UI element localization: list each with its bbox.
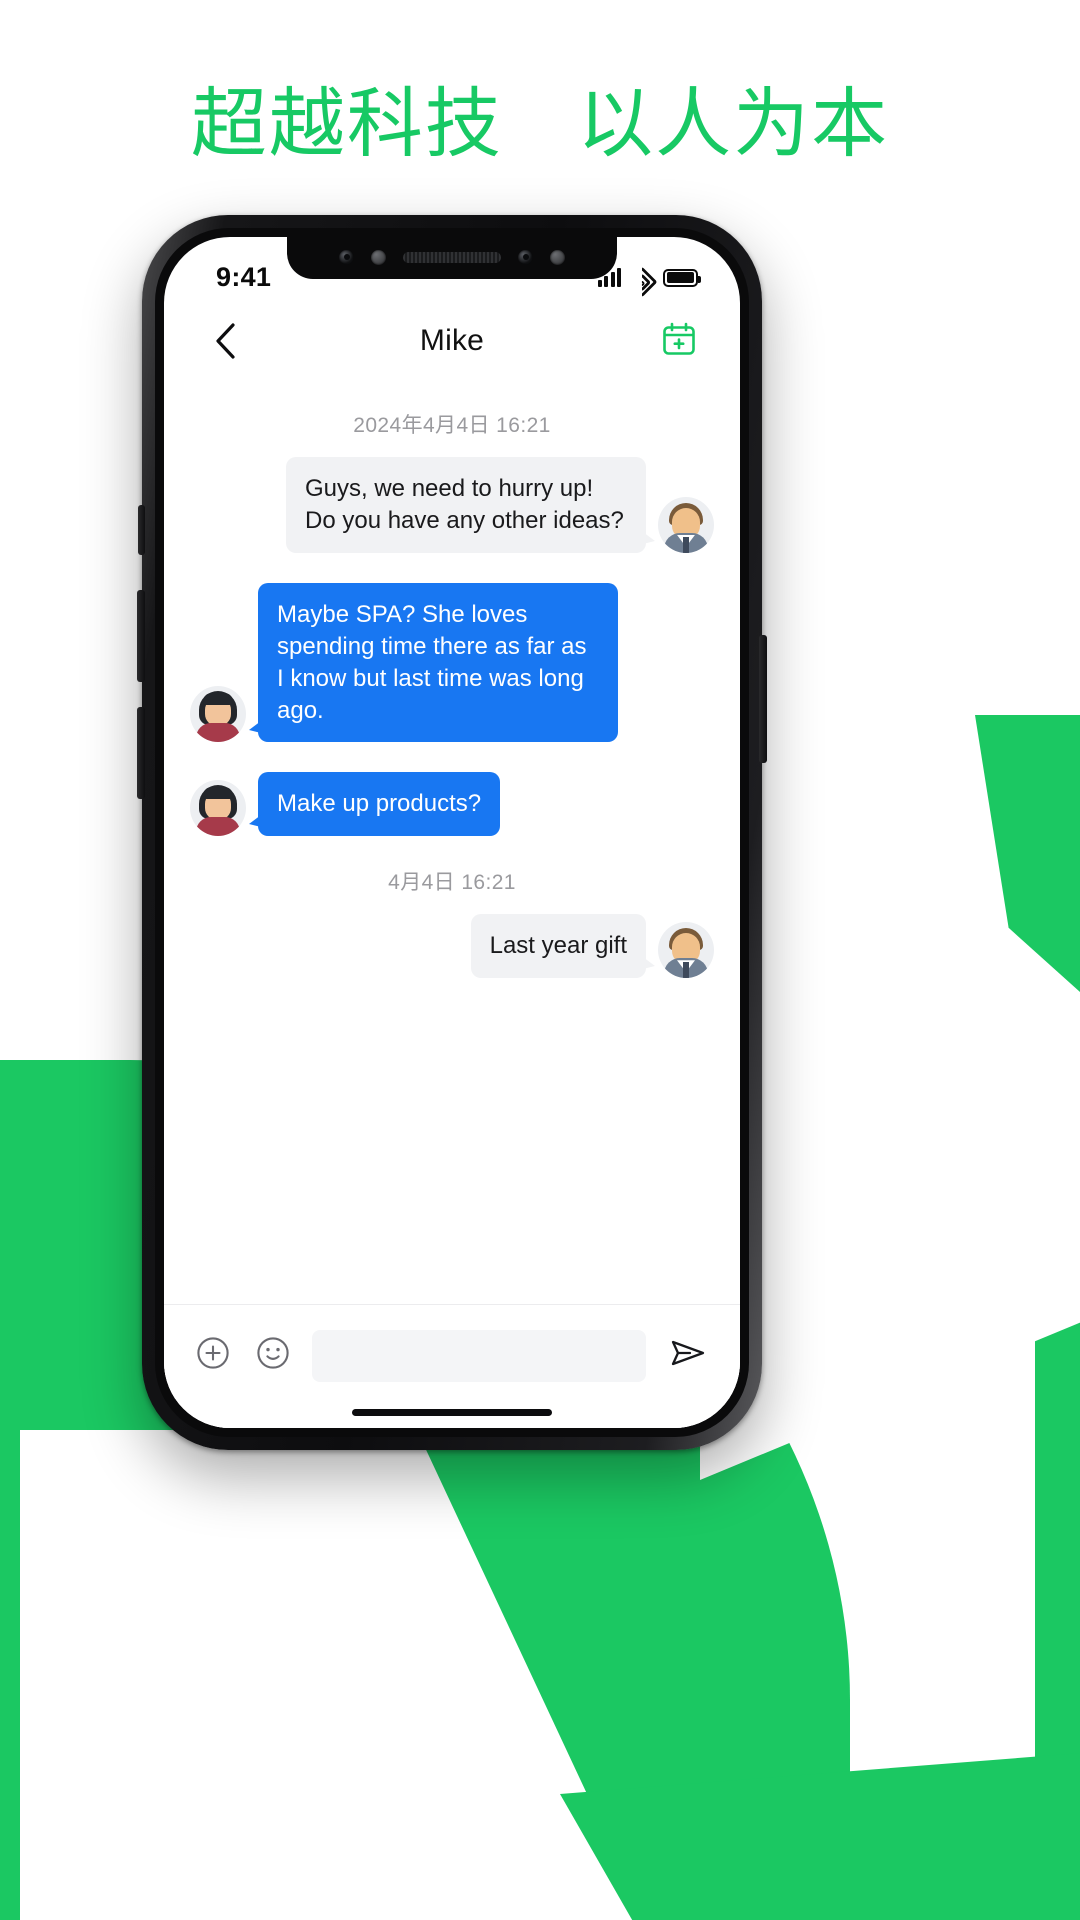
status-time: 9:41 [216,261,272,292]
phone-notch [287,237,617,279]
status-icons [597,265,701,298]
add-attachment-button[interactable] [192,1335,234,1377]
message-bubble-incoming[interactable]: Guys, we need to hurry up! Do you have a… [286,457,655,553]
headline-part-1: 超越科技 [190,82,503,167]
calendar-add-icon [661,321,697,362]
avatar[interactable] [190,686,246,743]
calendar-add-button[interactable] [652,314,706,368]
phone-bezel: 9:41 Mike 2024年4月4日 16:21 Guys, we need … [155,228,749,1437]
front-camera-icon [550,249,565,265]
chat-message-row: Make up products? [190,772,714,837]
chevron-left-icon [214,322,236,360]
emoji-button[interactable] [252,1335,294,1377]
phone-volume-up-button[interactable] [137,590,145,682]
promo-page: 超越科技 以人为本 9:41 Mike 2024年4月4日 16:21 Guys… [0,0,1080,1920]
proximity-sensor-icon [371,249,386,265]
headline-part-2: 以人为本 [577,82,890,167]
smiley-icon [256,1336,290,1375]
chat-message-row: Guys, we need to hurry up! Do you have a… [190,457,714,553]
phone-volume-down-button[interactable] [137,707,145,799]
message-bubble-outgoing[interactable]: Maybe SPA? She loves spending time there… [249,582,618,743]
battery-icon [663,268,701,287]
chat-navbar: Mike [164,303,740,379]
chat-message-row: Maybe SPA? She loves spending time there… [190,582,714,743]
chat-message-row: Last year gift [190,914,714,979]
avatar[interactable] [658,922,714,979]
message-input[interactable] [312,1329,646,1382]
message-bubble-outgoing[interactable]: Make up products? [248,772,501,837]
phone-power-button[interactable] [759,635,767,763]
front-sensor-icon [339,249,354,265]
plus-circle-icon [196,1336,230,1375]
chat-timestamp: 4月4日 16:21 [388,871,516,895]
face-sensor-icon [518,249,533,265]
earpiece-speaker-icon [403,251,501,263]
phone-mockup: 9:41 Mike 2024年4月4日 16:21 Guys, we need … [137,215,767,1450]
phone-screen: 9:41 Mike 2024年4月4日 16:21 Guys, we need … [164,237,740,1428]
chat-area: 2024年4月4日 16:21 Guys, we need to hurry u… [164,379,740,1428]
avatar[interactable] [190,780,246,837]
home-indicator [352,1409,552,1416]
page-title: Mike [419,324,485,357]
back-button[interactable] [198,314,252,368]
page-headline: 超越科技 以人为本 [0,62,1080,172]
chat-scroll[interactable]: 2024年4月4日 16:21 Guys, we need to hurry u… [164,395,740,1428]
wifi-icon [626,265,658,298]
phone-mute-switch[interactable] [138,505,145,555]
avatar[interactable] [658,496,714,553]
chat-timestamp: 2024年4月4日 16:21 [353,414,551,437]
message-bubble-incoming[interactable]: Last year gift [470,914,656,979]
send-button[interactable] [664,1332,712,1380]
send-paper-plane-icon [668,1333,708,1378]
